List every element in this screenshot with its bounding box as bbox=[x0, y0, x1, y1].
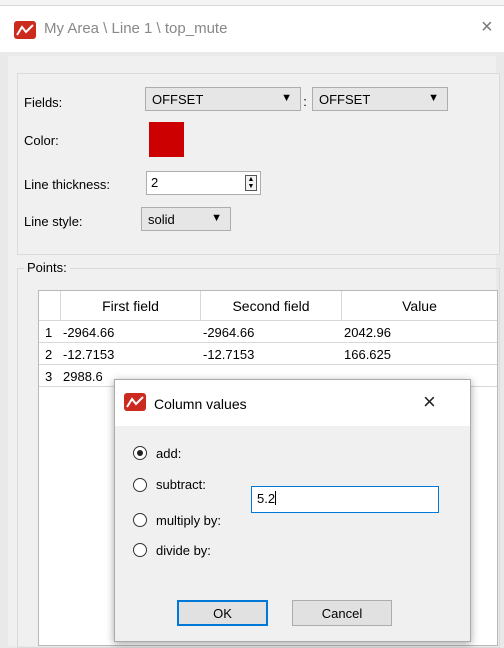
window-close-icon[interactable]: × bbox=[481, 16, 493, 39]
column-values-dialog: Column values × add: subtract: multiply … bbox=[114, 379, 471, 642]
window-titlebar: My Area \ Line 1 \ top_mute × bbox=[0, 6, 504, 52]
add-label[interactable]: add: bbox=[156, 446, 181, 461]
table-cell[interactable]: -12.7153 bbox=[203, 347, 254, 362]
row-number: 2 bbox=[45, 347, 53, 362]
field2-select[interactable]: OFFSET ▼ bbox=[312, 87, 448, 111]
operand-input[interactable]: 5.2 bbox=[251, 486, 439, 513]
color-label: Color: bbox=[24, 133, 59, 148]
fields-label: Fields: bbox=[24, 95, 63, 110]
line-style-select[interactable]: solid ▼ bbox=[141, 207, 231, 231]
column-header[interactable]: First field bbox=[61, 291, 201, 321]
multiply-radio[interactable] bbox=[133, 513, 147, 527]
fields-separator: : bbox=[303, 94, 307, 109]
field1-value: OFFSET bbox=[152, 92, 204, 107]
table-cell[interactable]: 2042.96 bbox=[344, 325, 391, 340]
dialog-titlebar: Column values × bbox=[115, 380, 470, 426]
multiply-label[interactable]: multiply by: bbox=[156, 513, 221, 528]
line-style-label: Line style: bbox=[24, 214, 83, 229]
row-number: 3 bbox=[45, 369, 53, 384]
text-caret bbox=[275, 491, 277, 505]
subtract-label[interactable]: subtract: bbox=[156, 477, 206, 492]
color-swatch-button[interactable] bbox=[149, 122, 184, 157]
table-row[interactable]: 1 -2964.66 -2964.66 2042.96 bbox=[39, 321, 497, 343]
table-cell[interactable]: -2964.66 bbox=[63, 325, 114, 340]
table-cell[interactable]: 2988.6 bbox=[63, 369, 103, 384]
subtract-radio[interactable] bbox=[133, 478, 147, 492]
points-group-title: Points: bbox=[24, 260, 70, 275]
add-radio[interactable] bbox=[133, 446, 147, 460]
thickness-value: 2 bbox=[151, 175, 159, 190]
line-style-value: solid bbox=[148, 212, 175, 227]
thickness-label: Line thickness: bbox=[24, 177, 110, 192]
field1-select[interactable]: OFFSET ▼ bbox=[145, 87, 301, 111]
row-number-header bbox=[39, 291, 61, 321]
divide-radio[interactable] bbox=[133, 543, 147, 557]
dialog-close-icon[interactable]: × bbox=[423, 389, 436, 415]
table-cell[interactable]: 166.625 bbox=[344, 347, 391, 362]
cancel-button[interactable]: Cancel bbox=[292, 600, 392, 626]
field2-value: OFFSET bbox=[319, 92, 371, 107]
column-header[interactable]: Second field bbox=[201, 291, 342, 321]
operand-value: 5.2 bbox=[257, 491, 276, 506]
thickness-spinbox[interactable]: 2 ▲ ▼ bbox=[146, 171, 261, 195]
table-cell[interactable]: -2964.66 bbox=[203, 325, 254, 340]
divide-label[interactable]: divide by: bbox=[156, 543, 211, 558]
app-logo-icon bbox=[14, 21, 36, 39]
ok-button[interactable]: OK bbox=[177, 600, 268, 626]
table-row[interactable]: 2 -12.7153 -12.7153 166.625 bbox=[39, 343, 497, 365]
dialog-title: Column values bbox=[154, 396, 247, 412]
row-number: 1 bbox=[45, 325, 53, 340]
window-title: My Area \ Line 1 \ top_mute bbox=[44, 20, 228, 37]
app-logo-icon bbox=[124, 393, 146, 411]
column-header[interactable]: Value bbox=[342, 291, 497, 321]
spin-arrows-icon[interactable]: ▲ ▼ bbox=[245, 175, 257, 191]
chevron-down-icon: ▼ bbox=[211, 212, 222, 224]
chevron-down-icon: ▼ bbox=[281, 92, 292, 104]
table-cell[interactable]: -12.7153 bbox=[63, 347, 114, 362]
chevron-down-icon: ▼ bbox=[428, 92, 439, 104]
